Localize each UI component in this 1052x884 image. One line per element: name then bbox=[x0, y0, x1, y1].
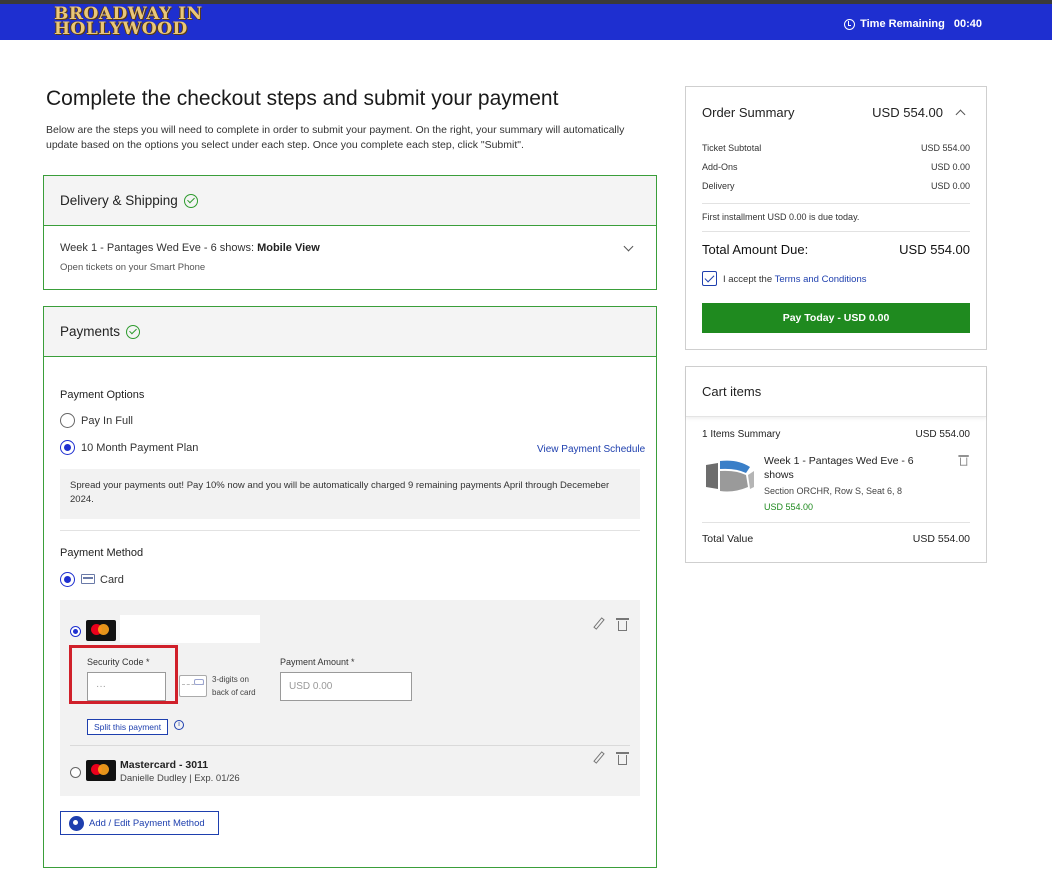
items-summary-row: 1 Items Summary USD 554.00 bbox=[702, 429, 970, 440]
payment-amount-input[interactable]: USD 0.00 bbox=[280, 672, 412, 701]
payment-plan-info: Spread your payments out! Pay 10% now an… bbox=[60, 469, 640, 519]
total-due-label: Total Amount Due: bbox=[702, 242, 809, 257]
items-summary-value: USD 554.00 bbox=[915, 429, 970, 440]
seat-map-thumbnail bbox=[706, 460, 754, 492]
card2-name: Mastercard - 3011 bbox=[120, 759, 209, 771]
add-ons-label: Add-Ons bbox=[702, 162, 738, 172]
delivery-item: Week 1 - Pantages Wed Eve - 6 shows: Mob… bbox=[60, 242, 320, 254]
payments-section-header[interactable]: Payments bbox=[44, 307, 656, 357]
delivery-section-title: Delivery & Shipping bbox=[60, 193, 178, 208]
broadway-in-hollywood-logo[interactable]: BROADWAY IN HOLLYWOOD bbox=[54, 6, 202, 39]
chevron-up-icon[interactable] bbox=[955, 109, 966, 120]
edit-pencil-icon[interactable] bbox=[592, 751, 606, 765]
add-ons-value: USD 0.00 bbox=[930, 162, 970, 172]
time-remaining: Time Remaining 00:40 bbox=[844, 18, 982, 30]
payment-amount-label: Payment Amount * bbox=[280, 657, 355, 667]
clock-icon bbox=[844, 18, 856, 30]
cart-items-panel: Cart items 1 Items Summary USD 554.00 We… bbox=[685, 366, 987, 563]
cart-items-header: Cart items bbox=[686, 367, 986, 417]
pay-today-button[interactable]: Pay Today - USD 0.00 bbox=[702, 303, 970, 333]
split-payment-button[interactable]: Split this payment bbox=[87, 719, 169, 735]
card2-details: Danielle Dudley | Exp. 01/26 bbox=[120, 773, 240, 784]
section-divider bbox=[60, 530, 640, 531]
items-summary-label: 1 Items Summary bbox=[702, 429, 781, 440]
payment-plan-radio[interactable] bbox=[60, 440, 75, 455]
saved-cards-panel: Security Code * ··· 3-digits on back of … bbox=[60, 600, 640, 796]
credit-card-icon bbox=[81, 574, 95, 584]
card-divider bbox=[70, 745, 630, 746]
terms-checkbox[interactable] bbox=[702, 271, 717, 286]
total-value-amount: USD 554.00 bbox=[912, 533, 970, 545]
chevron-down-icon[interactable] bbox=[623, 241, 634, 252]
order-summary-header[interactable]: Order Summary USD 554.00 bbox=[702, 105, 970, 120]
terms-prefix: I accept the bbox=[723, 274, 775, 285]
terms-acceptance: I accept the Terms and Conditions bbox=[723, 274, 866, 285]
delete-trash-icon[interactable] bbox=[616, 751, 630, 765]
timer-label: Time Remaining bbox=[860, 18, 945, 30]
terms-and-conditions-link[interactable]: Terms and Conditions bbox=[775, 274, 867, 285]
delivery-label: Delivery bbox=[702, 181, 735, 191]
check-circle-icon bbox=[183, 193, 198, 208]
ticket-subtotal-row: Ticket Subtotal USD 554.00 bbox=[702, 143, 970, 153]
summary-divider bbox=[702, 203, 970, 204]
view-payment-schedule-link[interactable]: View Payment Schedule bbox=[537, 444, 645, 455]
page-title: Complete the checkout steps and submit y… bbox=[46, 87, 559, 110]
add-edit-payment-method-label: Add / Edit Payment Method bbox=[89, 817, 205, 829]
installment-note-text: First installment USD 0.00 is due today. bbox=[702, 212, 860, 222]
installment-note: First installment USD 0.00 is due today. bbox=[702, 212, 970, 222]
delivery-section-header[interactable]: Delivery & Shipping bbox=[44, 176, 656, 226]
top-bar: BROADWAY IN HOLLYWOOD Time Remaining 00:… bbox=[0, 4, 1052, 40]
card1-radio[interactable] bbox=[70, 626, 81, 637]
total-value-row: Total Value USD 554.00 bbox=[702, 533, 970, 545]
order-summary-panel: Order Summary USD 554.00 Ticket Subtotal… bbox=[685, 86, 987, 350]
card1-name-redacted bbox=[120, 615, 260, 643]
pay-in-full-radio[interactable] bbox=[60, 413, 75, 428]
payment-options-label: Payment Options bbox=[60, 389, 145, 401]
page-description: Below are the steps you will need to com… bbox=[46, 124, 625, 151]
total-due-value: USD 554.00 bbox=[899, 242, 970, 257]
ticket-subtotal-value: USD 554.00 bbox=[920, 143, 970, 153]
add-edit-payment-method-button[interactable]: Add / Edit Payment Method bbox=[60, 811, 219, 835]
timer-value: 00:40 bbox=[953, 18, 982, 30]
cvv-hint: 3-digits on back of card bbox=[212, 675, 256, 697]
card2-radio[interactable] bbox=[70, 767, 81, 778]
security-code-input[interactable]: ··· bbox=[87, 672, 166, 701]
delete-trash-icon[interactable] bbox=[958, 454, 969, 466]
add-ons-row: Add-Ons USD 0.00 bbox=[702, 162, 970, 172]
pay-in-full-label[interactable]: Pay In Full bbox=[81, 415, 133, 427]
payments-section-title: Payments bbox=[60, 324, 121, 339]
order-summary-amount: USD 554.00 bbox=[872, 105, 943, 120]
cart-items-title: Cart items bbox=[702, 384, 762, 399]
delete-trash-icon[interactable] bbox=[616, 617, 630, 631]
delivery-row: Delivery USD 0.00 bbox=[702, 181, 970, 191]
delivery-method-description: Open tickets on your Smart Phone bbox=[60, 262, 206, 273]
ticket-subtotal-label: Ticket Subtotal bbox=[702, 143, 762, 153]
delivery-method: Mobile View bbox=[257, 242, 320, 254]
delivery-value: USD 0.00 bbox=[930, 181, 970, 191]
total-value-label: Total Value bbox=[702, 533, 754, 545]
cart-item-title: Week 1 - Pantages Wed Eve - 6 shows bbox=[764, 455, 914, 481]
card-back-cvv-icon bbox=[179, 675, 207, 697]
card-method-label[interactable]: Card bbox=[100, 574, 124, 586]
mastercard-logo-icon bbox=[86, 760, 116, 781]
cart-item-price: USD 554.00 bbox=[764, 502, 814, 512]
delivery-item-name: Week 1 - Pantages Wed Eve - 6 shows: bbox=[60, 242, 258, 254]
payments-section: Payments Payment Options Pay In Full 10 … bbox=[43, 306, 657, 868]
payment-plan-label[interactable]: 10 Month Payment Plan bbox=[81, 442, 198, 454]
gear-icon bbox=[69, 815, 84, 831]
order-summary-title: Order Summary bbox=[702, 105, 795, 120]
edit-pencil-icon[interactable] bbox=[592, 617, 606, 631]
summary-divider bbox=[702, 231, 970, 232]
delivery-shipping-section: Delivery & Shipping Week 1 - Pantages We… bbox=[43, 175, 657, 290]
mastercard-logo-icon bbox=[86, 620, 116, 641]
check-circle-icon bbox=[126, 324, 141, 339]
card-method-radio[interactable] bbox=[60, 572, 75, 587]
cart-item-section: Section ORCHR, Row S, Seat 6, 8 bbox=[764, 486, 903, 496]
info-icon[interactable]: i bbox=[174, 720, 184, 730]
payment-method-label: Payment Method bbox=[60, 547, 144, 559]
cart-divider bbox=[702, 522, 970, 523]
total-due-row: Total Amount Due: USD 554.00 bbox=[702, 242, 970, 257]
